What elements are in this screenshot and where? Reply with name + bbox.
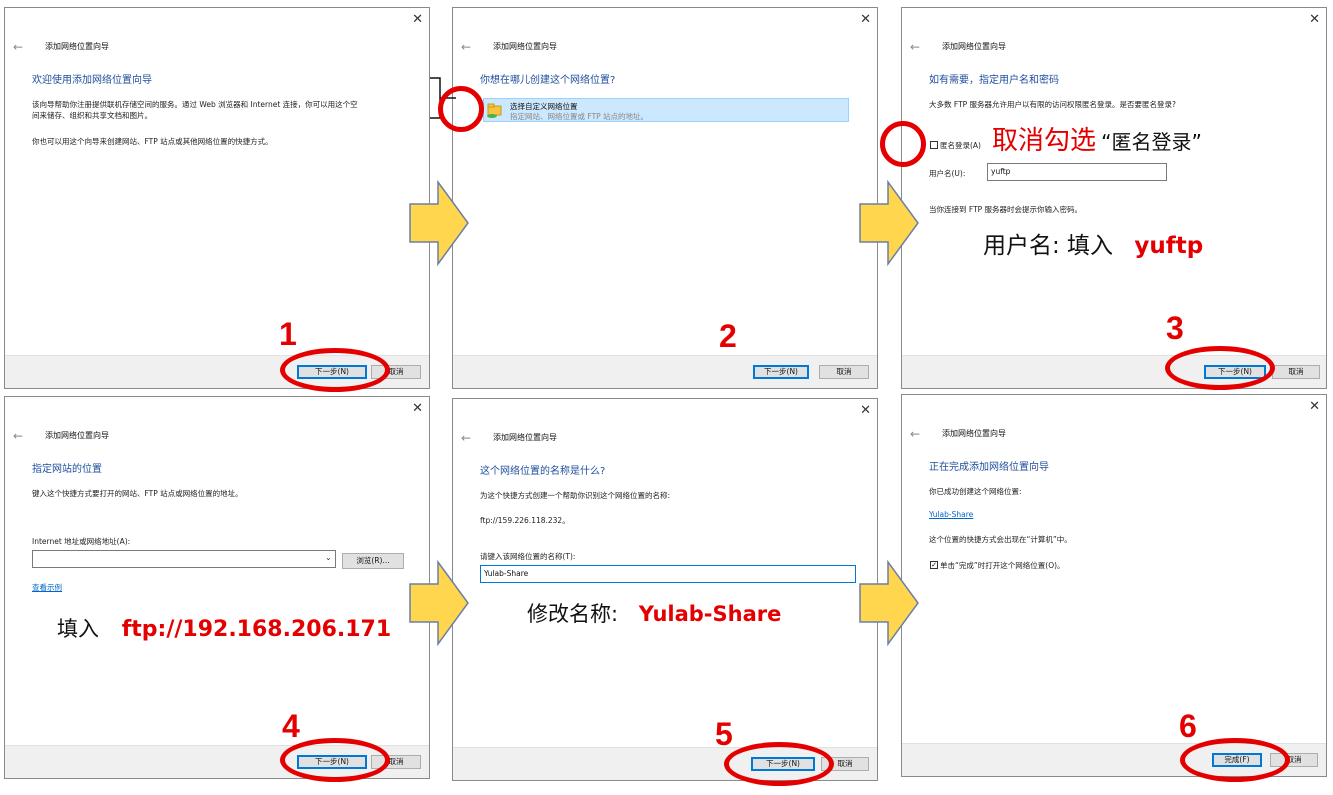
dialog-footer: 下一步(N) 取消 [453, 355, 877, 388]
username-note: 用户名: 填入 yuftp [983, 226, 1203, 260]
browse-button[interactable]: 浏览(R)... [342, 553, 404, 569]
note-red-text: ftp://192.168.206.171 [121, 617, 392, 642]
page-heading: 你想在哪儿创建这个网络位置? [480, 75, 616, 86]
step-number: 1 [279, 316, 297, 352]
open-location-checkbox[interactable]: ✓ [930, 561, 938, 569]
page-heading: 正在完成添加网络位置向导 [929, 462, 1049, 473]
back-arrow-icon[interactable]: ← [910, 40, 920, 54]
name-note: 修改名称: Yulab-Share [527, 598, 781, 628]
ftp-address: ftp://159.226.118.232。 [480, 516, 570, 525]
arrow-right-icon [859, 560, 919, 646]
page-heading: 指定网站的位置 [32, 464, 102, 475]
arrow-right-icon [409, 180, 469, 266]
custom-location-option[interactable]: 选择自定义网络位置 指定网站、网络位置或 FTP 站点的地址。 [483, 98, 849, 122]
uncheck-anonymous-note: 取消勾选 “匿名登录” [992, 120, 1202, 157]
step-number: 2 [719, 318, 737, 354]
highlight-ring-next-5 [724, 742, 834, 786]
page-heading: 如有需要，指定用户名和密码 [929, 75, 1059, 86]
back-arrow-icon[interactable]: ← [13, 40, 23, 54]
address-note: 填入 ftp://192.168.206.171 [57, 613, 391, 643]
wizard-title: 添加网络位置向导 [942, 429, 1006, 438]
description-line: 你已成功创建这个网络位置: [929, 487, 1022, 496]
description-line: 该向导帮助你注册提供联机存储空间的服务。通过 Web 浏览器和 Internet… [32, 100, 358, 109]
close-icon[interactable]: ✕ [412, 401, 423, 416]
close-icon[interactable]: ✕ [412, 12, 423, 27]
step-number: 4 [282, 708, 300, 744]
address-input[interactable] [32, 550, 336, 568]
folder-network-icon [487, 103, 502, 118]
wizard-title: 添加网络位置向导 [493, 433, 557, 442]
wizard-title: 添加网络位置向导 [942, 42, 1006, 51]
note-text: 修改名称: [527, 602, 619, 626]
description-line: 你也可以用这个向导来创建网站、FTP 站点或其他网络位置的快捷方式。 [32, 137, 273, 146]
step-number: 6 [1179, 708, 1197, 744]
wizard-dialog-step5: ✕ ← 添加网络位置向导 这个网络位置的名称是什么? 为这个快捷方式创建一个帮助… [452, 398, 878, 781]
username-input[interactable]: yuftp [987, 163, 1167, 181]
username-label: 用户名(U): [929, 169, 966, 178]
wizard-dialog-step6: ✕ ← 添加网络位置向导 正在完成添加网络位置向导 你已成功创建这个网络位置: … [901, 394, 1327, 777]
back-arrow-icon[interactable]: ← [461, 431, 471, 445]
note-red-text: 取消勾选 [992, 126, 1097, 156]
note-text: 用户名: 填入 [983, 233, 1114, 259]
page-heading: 这个网络位置的名称是什么? [480, 466, 606, 477]
highlight-ring-anonymous [880, 121, 926, 167]
description-line: 这个位置的快捷方式会出现在“计算机”中。 [929, 535, 1072, 544]
wizard-dialog-step4: ✕ ← 添加网络位置向导 指定网站的位置 键入这个快捷方式要打开的网站、FTP … [4, 396, 430, 779]
wizard-dialog-step3: ✕ ← 添加网络位置向导 如有需要，指定用户名和密码 大多数 FTP 服务器允许… [901, 7, 1327, 389]
anonymous-login-label: 匿名登录(A) [940, 141, 981, 150]
back-arrow-icon[interactable]: ← [461, 40, 471, 54]
note-red-text: Yulab-Share [638, 602, 782, 626]
step-number: 5 [715, 716, 733, 752]
description-line: 大多数 FTP 服务器允许用户以有限的访问权限匿名登录。是否要匿名登录? [929, 100, 1177, 109]
chevron-down-icon[interactable]: ⌄ [325, 553, 332, 562]
location-name-input[interactable]: Yulab-Share [480, 565, 856, 583]
open-location-label: 单击“完成”时打开这个网络位置(O)。 [940, 561, 1065, 570]
close-icon[interactable]: ✕ [1309, 12, 1320, 27]
description-line: 键入这个快捷方式要打开的网站、FTP 站点或网络位置的地址。 [32, 489, 243, 498]
next-button[interactable]: 下一步(N) [753, 365, 809, 379]
wizard-title: 添加网络位置向导 [45, 431, 109, 440]
highlight-ring-next-1 [280, 348, 390, 392]
note-text: 填入 [57, 617, 99, 641]
wizard-dialog-step2: ✕ ← 添加网络位置向导 你想在哪儿创建这个网络位置? 选择自定义网络位置 指定… [452, 7, 878, 389]
note-red-text: yuftp [1134, 233, 1204, 259]
name-label: 请键入该网络位置的名称(T): [480, 552, 576, 561]
arrow-right-icon [409, 560, 469, 646]
step-number: 3 [1166, 310, 1184, 346]
close-icon[interactable]: ✕ [860, 403, 871, 418]
wizard-title: 添加网络位置向导 [45, 42, 109, 51]
back-arrow-icon[interactable]: ← [13, 429, 23, 443]
arrow-right-icon [859, 180, 919, 266]
page-heading: 欢迎使用添加网络位置向导 [32, 75, 152, 86]
description-line: 间来储存、组织和共享文档和图片。 [32, 111, 152, 120]
cancel-button[interactable]: 取消 [819, 365, 869, 379]
wizard-dialog-step1: ✕ ← 添加网络位置向导 欢迎使用添加网络位置向导 该向导帮助你注册提供联机存储… [4, 7, 430, 389]
address-label: Internet 地址或网络地址(A): [32, 537, 131, 546]
highlight-ring-option [438, 86, 484, 132]
view-examples-link[interactable]: 查看示例 [32, 582, 62, 593]
password-note: 当你连接到 FTP 服务器时会提示你输入密码。 [929, 205, 1083, 214]
wizard-title: 添加网络位置向导 [493, 42, 557, 51]
back-arrow-icon[interactable]: ← [910, 427, 920, 441]
anonymous-login-checkbox[interactable] [930, 141, 938, 149]
highlight-ring-next-3 [1165, 346, 1275, 390]
close-icon[interactable]: ✕ [1309, 399, 1320, 414]
network-location-link[interactable]: Yulab-Share [929, 510, 973, 519]
close-icon[interactable]: ✕ [860, 12, 871, 27]
note-text: “匿名登录” [1101, 130, 1202, 154]
cancel-button[interactable]: 取消 [1272, 365, 1320, 379]
description-line: 为这个快捷方式创建一个帮助你识别这个网络位置的名称: [480, 491, 671, 500]
option-description: 指定网站、网络位置或 FTP 站点的地址。 [510, 112, 649, 121]
